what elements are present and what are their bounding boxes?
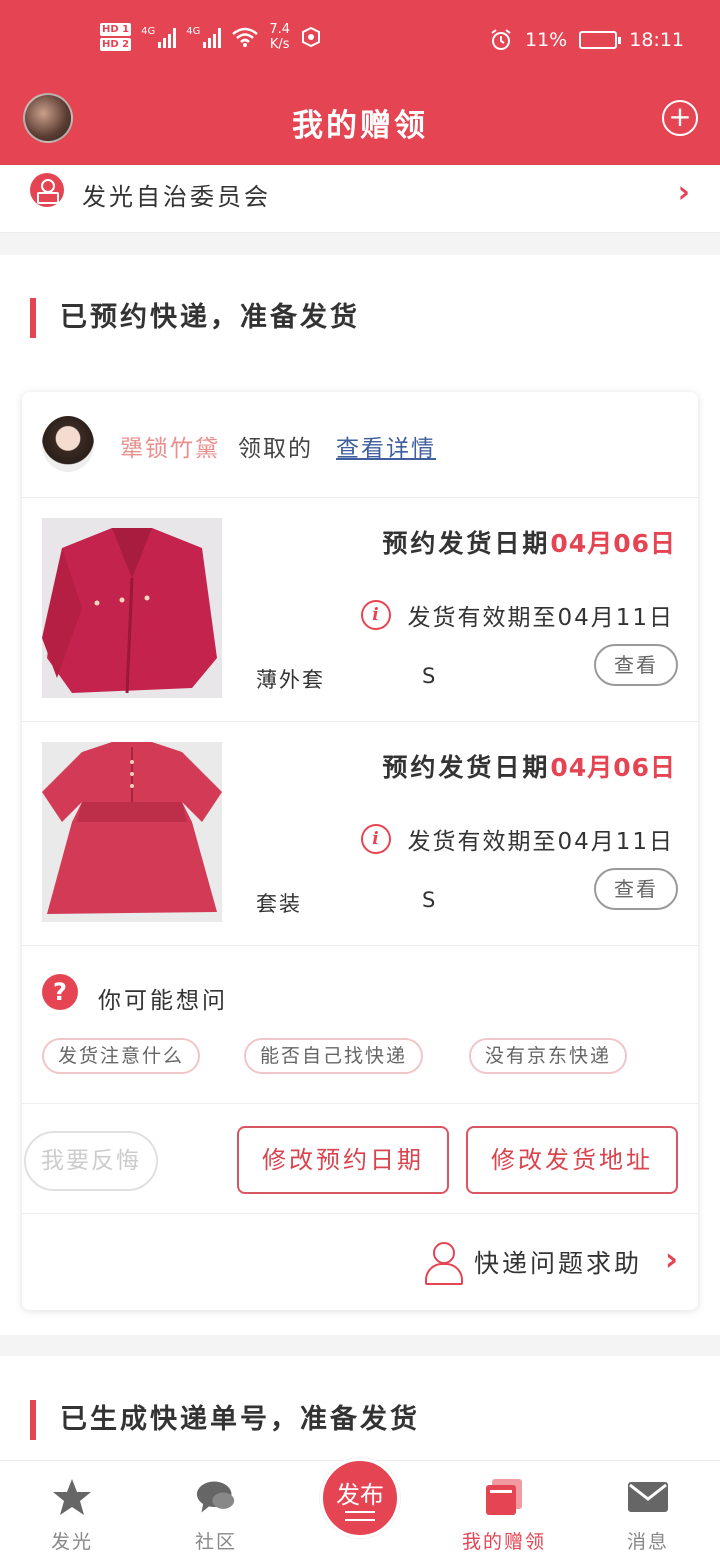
order-item: 预约发货日期04月06日 i 发货有效期至04月11日 套装 S 查看 — [22, 722, 698, 946]
reserved-section: 已预约快递，准备发货 犟锁竹黛 领取的 查看详情 预约发货日期04月06日 i … — [0, 255, 720, 1335]
network-type-label-2: 4G — [186, 26, 201, 37]
chevron-right-icon: › — [677, 175, 690, 210]
bottom-nav: 发光 社区 发布 我的赠领 消息 — [0, 1458, 720, 1560]
change-address-button[interactable]: 修改发货地址 — [466, 1126, 678, 1194]
hd2-badge: HD 2 — [100, 38, 132, 51]
section-title: 已生成快递单号，准备发货 — [30, 1400, 420, 1440]
info-icon: i — [361, 824, 392, 854]
receiver-name[interactable]: 犟锁竹黛 — [120, 429, 220, 463]
nav-item-community[interactable]: 社区 — [144, 1461, 288, 1560]
publish-button[interactable]: 发布 — [320, 1458, 400, 1538]
item-size: S — [422, 664, 436, 688]
order-card: 犟锁竹黛 领取的 查看详情 预约发货日期04月06日 i 发货有效期至04月11… — [22, 392, 698, 1310]
item-image-dress[interactable] — [42, 742, 222, 922]
app-header: HD 1 HD 2 4G 4G 7.4 K/s 11% 18:11 我的赠领 + — [0, 0, 720, 165]
group-name: 发光自治委员会 — [82, 183, 271, 211]
page-title: 我的赠领 — [292, 108, 428, 144]
faq-chip[interactable]: 没有京东快递 — [469, 1038, 628, 1074]
person-icon — [424, 1242, 463, 1285]
question-icon: ? — [42, 974, 78, 1010]
group-icon — [30, 173, 64, 207]
net-speed-value: 7.4 — [269, 22, 291, 37]
nav-label: 社区 — [194, 1531, 237, 1553]
regret-button[interactable]: 我要反悔 — [24, 1131, 158, 1191]
add-button[interactable]: + — [662, 100, 698, 136]
network-type-label: 4G — [141, 26, 156, 37]
hd-indicator: HD 1 HD 2 — [100, 23, 132, 51]
ship-date-value: 04月06日 — [550, 529, 676, 558]
action-row: 我要反悔 修改预约日期 修改发货地址 — [22, 1104, 698, 1214]
chat-icon — [196, 1481, 235, 1513]
ship-date: 预约发货日期04月06日 — [382, 748, 676, 784]
clock: 18:11 — [629, 29, 684, 51]
receiver-action: 领取的 — [238, 436, 313, 462]
view-details-link[interactable]: 查看详情 — [336, 429, 436, 463]
status-left: HD 1 HD 2 4G 4G 7.4 K/s — [100, 22, 322, 52]
info-icon: i — [361, 600, 392, 630]
publish-label: 发布 — [336, 1481, 384, 1509]
item-image-jacket[interactable] — [42, 518, 222, 698]
nav-item-my-gifts[interactable]: 我的赠领 — [432, 1461, 576, 1560]
nav-label: 发光 — [50, 1531, 93, 1553]
receiver-row: 犟锁竹黛 领取的 查看详情 — [22, 392, 698, 498]
ship-date-label: 预约发货日期 — [382, 753, 551, 782]
star-icon — [53, 1479, 91, 1515]
signal-icon-2: 4G — [186, 26, 222, 48]
nav-label: 消息 — [626, 1531, 669, 1553]
mail-icon — [628, 1482, 668, 1512]
ship-date-value: 04月06日 — [550, 753, 676, 782]
hd1-badge: HD 1 — [100, 23, 132, 36]
ship-date-label: 预约发货日期 — [382, 529, 551, 558]
view-button[interactable]: 查看 — [594, 644, 678, 686]
section-title: 已预约快递，准备发货 — [30, 298, 360, 338]
status-bar: HD 1 HD 2 4G 4G 7.4 K/s 11% 18:11 — [0, 18, 720, 68]
alarm-icon — [491, 29, 511, 50]
faq-block: ? 你可能想问 发货注意什么 能否自己找快递 没有京东快递 — [22, 946, 698, 1104]
gift-box-icon — [486, 1479, 522, 1515]
receiver-avatar[interactable] — [42, 416, 94, 472]
signal-icon: 4G — [141, 26, 177, 48]
validity-text: 发货有效期至04月11日 — [407, 829, 674, 855]
wifi-icon — [232, 27, 259, 47]
shipping-help-label: 快递问题求助 — [474, 1249, 643, 1278]
faq-chip[interactable]: 发货注意什么 — [42, 1038, 201, 1074]
validity-row: i 发货有效期至04月11日 — [361, 822, 674, 856]
nav-item-glow[interactable]: 发光 — [0, 1461, 144, 1560]
item-size: S — [422, 888, 436, 912]
order-item: 预约发货日期04月06日 i 发货有效期至04月11日 薄外套 S 查看 — [22, 498, 698, 722]
faq-title: 你可能想问 — [98, 988, 228, 1014]
dress-image — [42, 742, 222, 922]
jacket-image — [42, 518, 222, 698]
chevron-right-icon: › — [664, 1240, 678, 1278]
shipping-help-row[interactable]: 快递问题求助 › — [22, 1214, 698, 1310]
battery-icon — [579, 31, 622, 49]
group-row[interactable]: 发光自治委员会 › — [0, 165, 720, 233]
faq-chip[interactable]: 能否自己找快递 — [244, 1038, 424, 1074]
battery-percent: 11% — [525, 29, 568, 51]
item-name: 套装 — [256, 892, 302, 916]
view-button[interactable]: 查看 — [594, 868, 678, 910]
validity-row: i 发货有效期至04月11日 — [361, 598, 674, 632]
nav-item-messages[interactable]: 消息 — [576, 1461, 720, 1560]
menu-lines-icon — [345, 1511, 375, 1521]
nav-label: 我的赠领 — [461, 1531, 546, 1553]
plus-icon: + — [668, 100, 692, 133]
net-speed: 7.4 K/s — [269, 22, 290, 52]
vpn-icon — [302, 26, 321, 48]
validity-text: 发货有效期至04月11日 — [407, 605, 674, 631]
status-right: 11% 18:11 — [489, 28, 684, 52]
item-name: 薄外套 — [256, 668, 325, 692]
ship-date: 预约发货日期04月06日 — [382, 524, 676, 560]
net-speed-unit: K/s — [269, 37, 290, 52]
change-date-button[interactable]: 修改预约日期 — [237, 1126, 449, 1194]
